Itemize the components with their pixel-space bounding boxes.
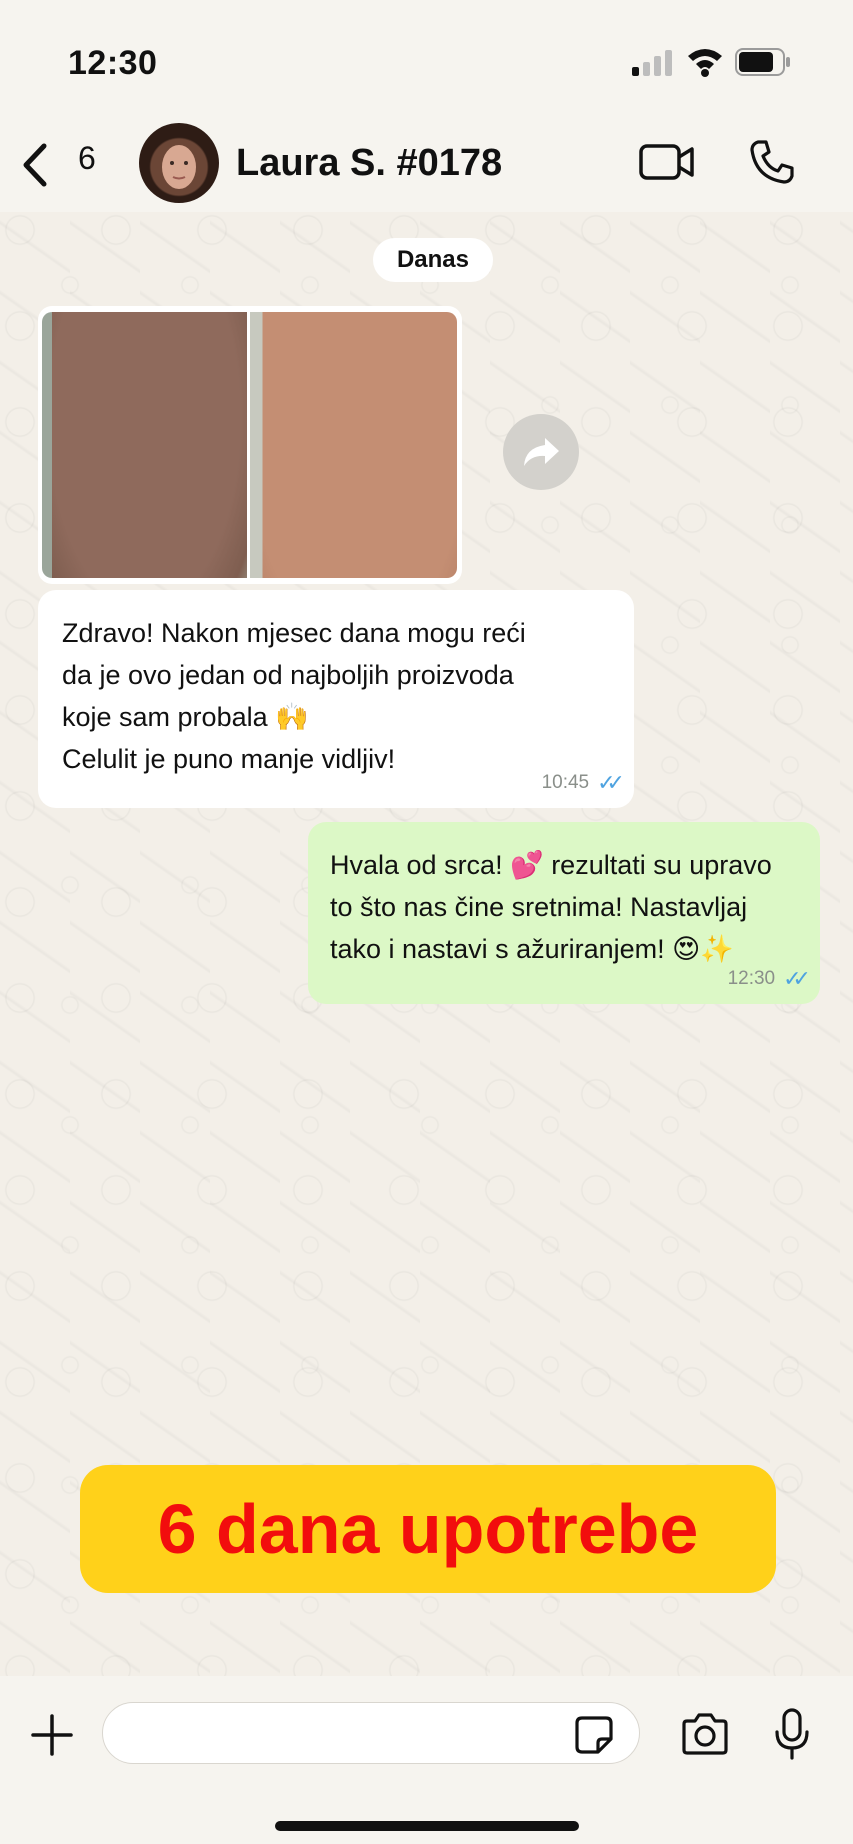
status-time: 12:30 [68,44,158,82]
camera-icon[interactable] [680,1712,730,1756]
plus-icon[interactable] [30,1713,74,1757]
contact-name[interactable]: Laura S. #0178 [236,142,502,185]
image-message[interactable] [38,306,462,584]
back-button[interactable] [14,138,74,192]
wifi-icon [688,49,722,77]
before-photo[interactable] [42,312,247,578]
usage-days-banner: 6 dana upotrebe [80,1465,776,1593]
home-indicator [275,1821,579,1831]
battery-icon [735,48,790,76]
message-text-line: to što nas čine sretnima! Nastavljaj [330,892,748,922]
message-input[interactable] [102,1702,640,1764]
message-text-line: Zdravo! Nakon mjesec dana mogu reći [62,618,526,648]
video-call-icon[interactable] [638,140,696,184]
status-bar: 12:30 [0,0,853,120]
message-meta: 10:45 ✓✓ [541,770,625,796]
microphone-icon[interactable] [772,1708,812,1760]
message-text-line: da je ovo jedan od najboljih proizvoda [62,660,514,690]
message-meta: 12:30 ✓✓ [727,966,811,992]
cellular-signal-icon [632,48,674,76]
outgoing-message-bubble[interactable]: Hvala od srca! 💕 rezultati su upravo to … [308,822,820,1004]
unread-count[interactable]: 6 [78,140,96,177]
message-text-line: tako i nastavi s ažuriranjem! 😍✨ [330,934,734,964]
message-text-line: koje sam probala 🙌 [62,702,309,732]
read-receipt-icon: ✓✓ [597,770,625,795]
date-separator: Danas [373,238,493,282]
message-time: 12:30 [727,968,776,989]
sticker-icon[interactable] [574,1715,614,1755]
forward-arrow-icon [524,438,559,466]
after-photo[interactable] [250,312,457,578]
forward-button[interactable] [503,414,579,490]
phone-call-icon[interactable] [748,138,796,186]
incoming-message-bubble[interactable]: Zdravo! Nakon mjesec dana mogu reći da j… [38,590,634,808]
message-text-line: Hvala od srca! 💕 rezultati su upravo [330,850,772,880]
contact-avatar[interactable] [139,123,219,203]
chat-header: 6 Laura S. #0178 [0,120,853,212]
message-text-line: Celulit je puno manje vidljiv! [62,744,396,774]
message-time: 10:45 [541,772,590,793]
message-input-bar [0,1676,853,1844]
read-receipt-icon: ✓✓ [783,966,811,991]
